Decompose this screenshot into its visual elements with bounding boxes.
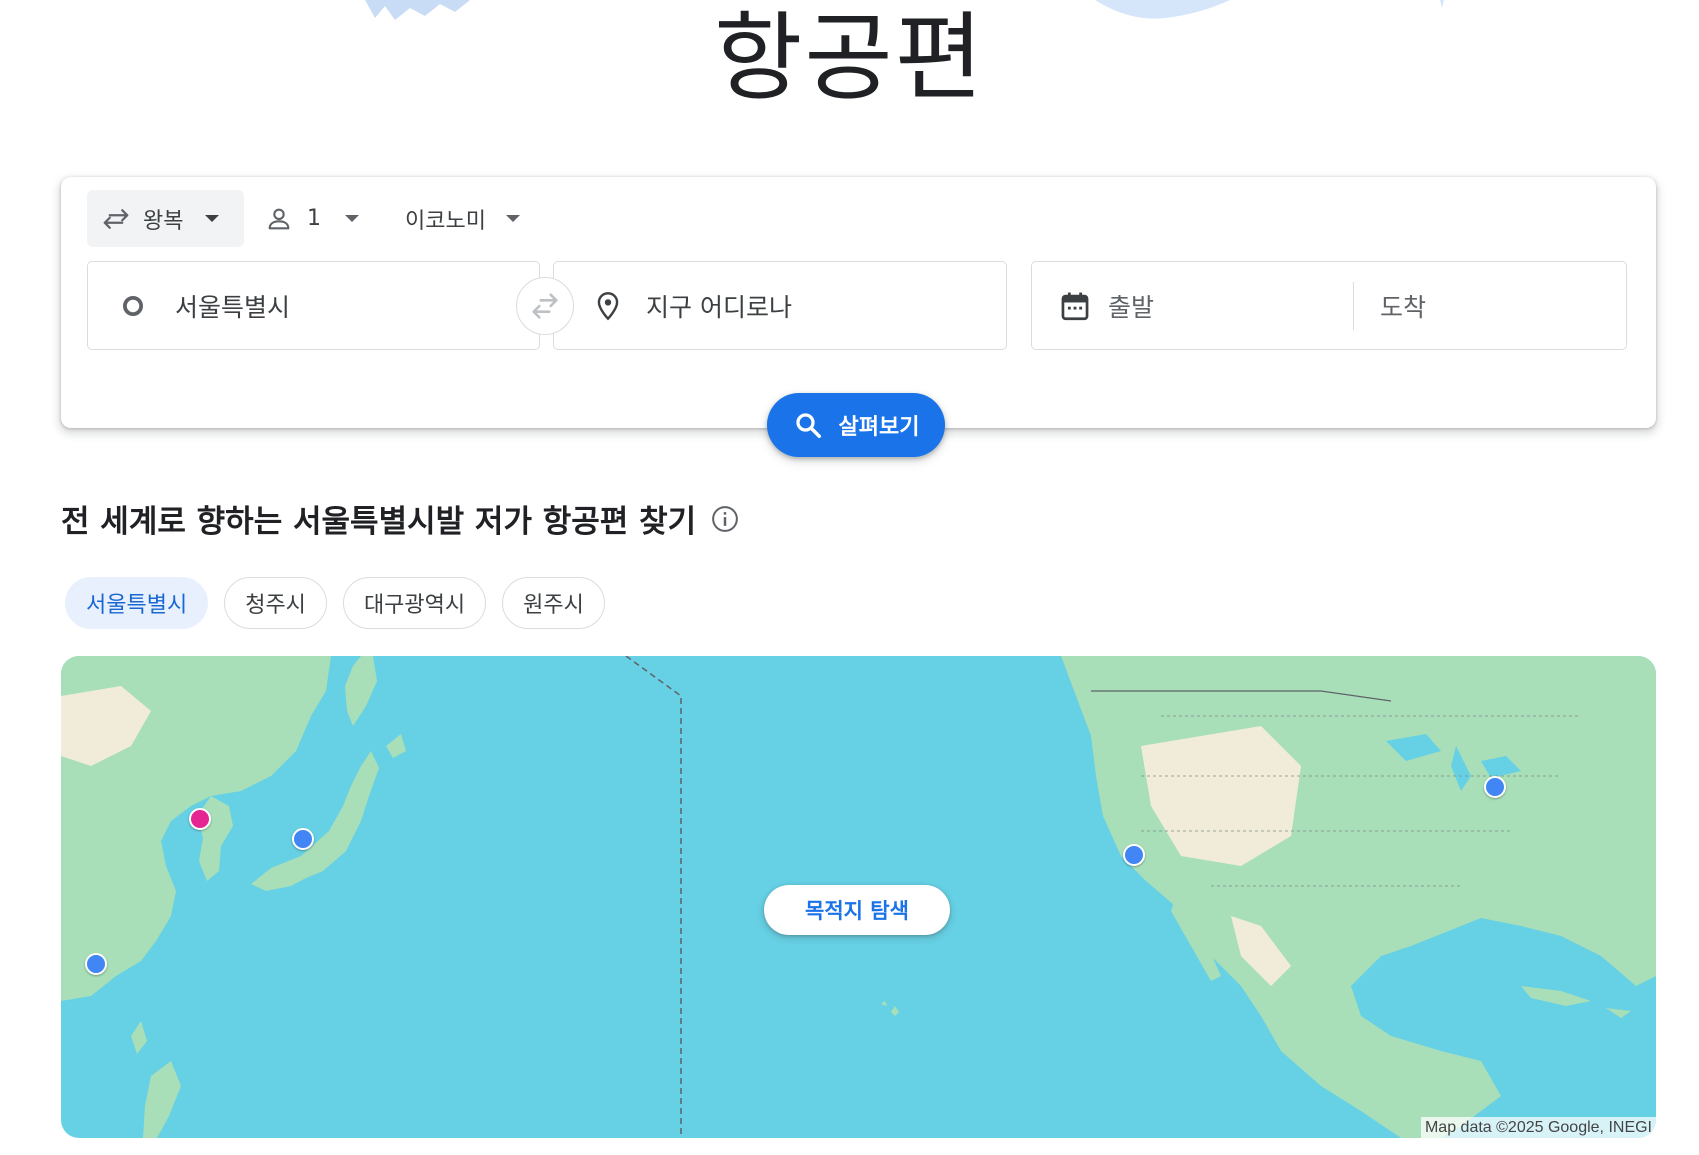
date-divider — [1353, 282, 1354, 330]
page: 항공편 왕복 1 이코노미 서울특별시 지구 어디로나 출발 도착 살펴보기 전… — [0, 0, 1699, 1155]
origin-value: 서울특별시 — [175, 292, 291, 322]
location-pin-icon — [597, 291, 619, 320]
chip-wonju[interactable]: 원주시 — [502, 577, 605, 629]
section-heading: 전 세계로 향하는 서울특별시발 저가 항공편 찾기 — [61, 504, 697, 540]
cabin-class-select[interactable]: 이코노미 — [391, 190, 591, 247]
cabin-class-label: 이코노미 — [405, 208, 486, 234]
search-icon — [795, 413, 821, 438]
calendar-icon — [1061, 292, 1089, 320]
trip-type-select[interactable]: 왕복 — [87, 190, 244, 247]
origin-city-chips: 서울특별시 청주시 대구광역시 원주시 — [65, 577, 621, 629]
departure-date-input[interactable]: 출발 — [1108, 288, 1154, 324]
explore-section-title: 전 세계로 향하는 서울특별시발 저가 항공편 찾기 — [61, 496, 740, 541]
map-attribution: Map data ©2025 Google, INEGI — [1420, 1117, 1656, 1138]
swap-icon — [532, 293, 558, 319]
person-icon — [268, 208, 290, 229]
search-form: 왕복 1 이코노미 서울특별시 지구 어디로나 출발 도착 — [61, 177, 1656, 428]
chip-seoul[interactable]: 서울특별시 — [65, 577, 209, 629]
chevron-down-icon — [205, 215, 220, 222]
swap-locations-button[interactable] — [516, 277, 574, 335]
origin-pin-seoul[interactable] — [189, 808, 211, 830]
explore-button-label: 살펴보기 — [838, 415, 920, 440]
destination-pin[interactable] — [292, 828, 314, 850]
round-trip-icon — [103, 208, 129, 229]
date-range-field[interactable]: 출발 도착 — [1031, 261, 1627, 350]
info-icon[interactable] — [710, 504, 740, 534]
destination-map[interactable]: 목적지 탐색 Map data ©2025 Google, INEGI — [61, 656, 1656, 1138]
origin-circle-icon — [123, 295, 143, 316]
origin-field[interactable]: 서울특별시 — [87, 261, 540, 350]
chevron-down-icon — [505, 215, 520, 222]
chip-daegu[interactable]: 대구광역시 — [342, 577, 487, 629]
return-date-input[interactable]: 도착 — [1380, 288, 1426, 324]
passengers-select[interactable]: 1 — [251, 190, 361, 247]
passengers-count: 1 — [307, 206, 321, 231]
destination-pin[interactable] — [1123, 844, 1145, 866]
chevron-down-icon — [345, 215, 359, 222]
explore-button[interactable]: 살펴보기 — [767, 393, 945, 457]
destination-input: 지구 어디로나 — [646, 292, 792, 322]
chip-cheongju[interactable]: 청주시 — [224, 577, 327, 629]
explore-destinations-button[interactable]: 목적지 탐색 — [764, 885, 950, 935]
destination-field[interactable]: 지구 어디로나 — [553, 261, 1007, 350]
trip-type-label: 왕복 — [143, 208, 184, 234]
destination-pin[interactable] — [1484, 776, 1506, 798]
page-title: 항공편 — [714, 2, 985, 114]
destination-pin[interactable] — [85, 953, 107, 975]
